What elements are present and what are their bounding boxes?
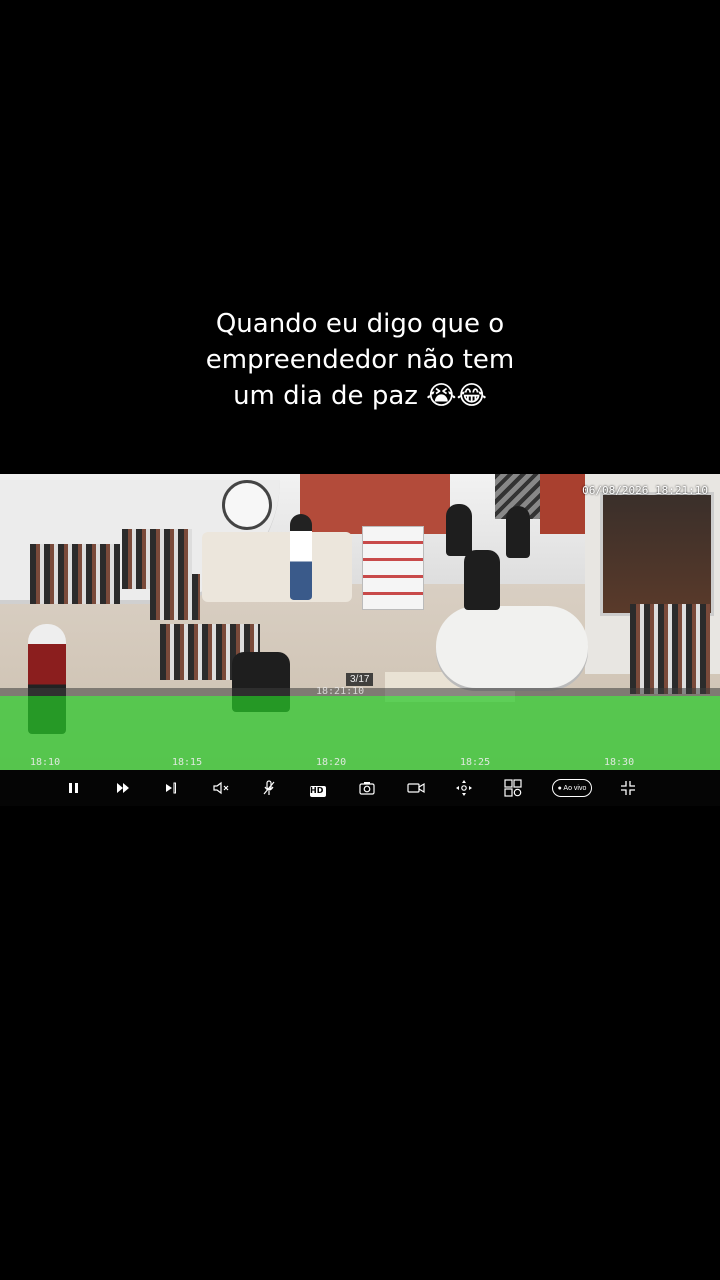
caption-line-1: Quando eu digo que o — [215, 309, 505, 339]
person — [446, 504, 472, 556]
video-caption: Quando eu digo que o empreendedor não te… — [0, 306, 720, 414]
microphone-off-icon — [263, 780, 275, 795]
store-logo-image — [222, 480, 272, 530]
next-frame-icon — [166, 782, 176, 794]
display-shelf — [362, 526, 424, 610]
collapse-icon — [621, 781, 635, 795]
clothing-rack — [630, 604, 710, 694]
move-arrows-icon — [456, 780, 472, 796]
multi-view-button[interactable] — [500, 776, 526, 800]
security-camera-player[interactable]: 06/08/2026 18:21:10 3/17 18:21:10 18:10 … — [0, 474, 720, 806]
camera-icon — [359, 782, 375, 795]
ptz-control-button[interactable] — [451, 776, 477, 800]
clip-counter: 3/17 — [346, 673, 374, 686]
hd-button[interactable]: HD — [305, 776, 331, 800]
fast-forward-button[interactable] — [110, 776, 136, 800]
timeline-tick: 18:30 — [604, 757, 635, 768]
caption-line-2: empreendedor não tem — [205, 345, 515, 375]
next-frame-button[interactable] — [159, 776, 185, 800]
store-counter — [202, 532, 352, 602]
pause-icon — [69, 783, 78, 793]
timeline-tick: 18:20 — [316, 757, 347, 768]
grid-view-icon — [504, 779, 522, 797]
snapshot-button[interactable] — [354, 776, 380, 800]
pause-button[interactable] — [61, 776, 87, 800]
exit-fullscreen-button[interactable] — [615, 776, 641, 800]
sofa — [436, 606, 588, 688]
mute-button[interactable] — [208, 776, 234, 800]
display-window — [600, 492, 714, 616]
clothing-rack — [150, 574, 200, 620]
person — [506, 506, 530, 558]
timeline-tick: 18:15 — [172, 757, 203, 768]
record-button[interactable] — [403, 776, 429, 800]
fast-forward-icon — [117, 783, 129, 793]
camera-timestamp: 06/08/2026 18:21:10 — [582, 484, 708, 497]
timeline-tick: 18:10 — [30, 757, 61, 768]
microphone-button[interactable] — [256, 776, 282, 800]
player-controls: HD ● Ao vivo — [0, 770, 720, 806]
live-button[interactable]: ● Ao vivo — [552, 779, 592, 797]
person — [290, 514, 312, 600]
hd-icon: HD — [310, 785, 326, 797]
speaker-muted-icon — [213, 781, 229, 795]
clothing-rack — [30, 544, 120, 604]
timeline-tick: 18:25 — [460, 757, 491, 768]
caption-line-3: um dia de paz 😭😂 — [233, 381, 487, 411]
red-wall-right — [540, 474, 585, 534]
video-record-icon — [407, 782, 425, 794]
person — [464, 550, 500, 610]
red-wall — [300, 474, 450, 534]
